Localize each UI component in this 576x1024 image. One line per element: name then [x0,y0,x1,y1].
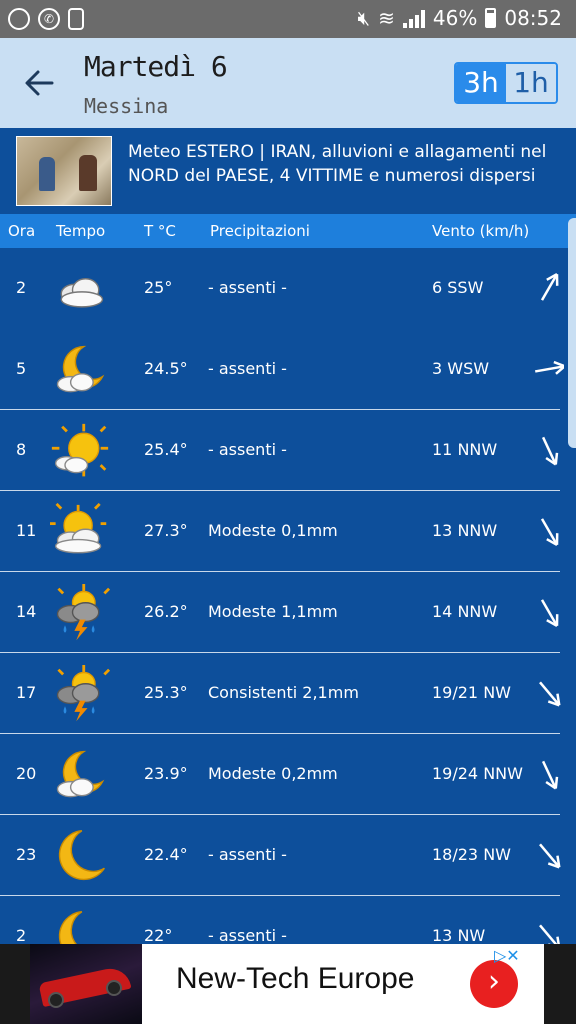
col-temp: T °C [144,222,176,240]
row-temperature: 25° [144,278,173,297]
moon-cloud-icon [56,345,105,393]
ad-title: New-Tech Europe [176,962,415,995]
sun-thunderstorm-icon [56,584,110,641]
toggle-3h[interactable]: 3h [456,64,506,102]
page-title: Martedì 6 [84,50,228,83]
row-hour: 23 [16,845,37,864]
row-temperature: 25.4° [144,440,188,459]
table-header: Ora Tempo T °C Precipitazioni Vento (km/… [0,214,576,248]
row-temperature: 25.3° [144,683,188,702]
news-thumbnail [16,136,112,206]
row-temperature: 23.9° [144,764,188,783]
forecast-row[interactable]: 23 22.4° - assenti - 18/23 NW [0,815,576,896]
forecast-row[interactable]: 20 23.9° Modeste 0,2mm 19/24 NNW [0,734,576,815]
whatsapp-icon: ✆ [38,8,60,30]
app-bar: Martedì 6 Messina 3h 1h [0,38,576,128]
col-ora: Ora [8,222,36,240]
wind-direction-arrow-icon [539,843,561,869]
wind-direction-arrow-icon [541,760,559,790]
row-wind: 19/24 NNW [432,764,523,783]
row-precipitation: - assenti - [208,359,287,378]
row-hour: 20 [16,764,37,783]
row-temperature: 24.5° [144,359,188,378]
ad-go-button[interactable]: › [470,960,518,1008]
sun-thunderstorm-icon [56,665,110,722]
forecast-row[interactable]: 11 27.3° Modeste 0,1mm 13 NNW [0,491,576,572]
moon-cloud-icon [56,750,105,798]
sun-behind-cloud-icon [50,503,107,554]
toggle-1h[interactable]: 1h [506,64,556,102]
row-wind: 3 WSW [432,359,490,378]
interval-toggle: 3h 1h [454,62,558,104]
forecast-row[interactable]: 8 25.4° - assenti - 11 NNW [0,410,576,491]
ad-content[interactable]: New-Tech Europe › [30,944,544,1024]
row-temperature: 26.2° [144,602,188,621]
row-wind: 19/21 NW [432,683,511,702]
row-hour: 2 [16,278,27,297]
app-notification-icon [8,8,30,30]
wind-direction-arrow-icon [540,599,559,627]
row-wind: 11 NNW [432,440,498,459]
row-hour: 5 [16,359,27,378]
forecast-row[interactable]: 14 26.2° Modeste 1,1mm 14 NNW [0,572,576,653]
forecast-row[interactable]: 5 24.5° - assenti - 3 WSW [0,329,576,410]
sun-cloud-icon [51,423,109,477]
col-vento: Vento (km/h) [432,222,530,240]
forecast-row[interactable]: 2 25° - assenti - 6 SSW [0,248,576,329]
wind-direction-arrow-icon [539,681,561,707]
battery-percent: 46% [432,6,478,30]
signal-icon [402,8,425,28]
clock: 08:52 [504,6,562,30]
ad-banner[interactable]: New-Tech Europe › ▷✕ [0,944,576,1024]
cloudy-icon [60,278,104,308]
row-wind: 18/23 NW [432,845,511,864]
row-precipitation: Modeste 0,1mm [208,521,338,540]
row-hour: 8 [16,440,27,459]
battery-icon [485,8,497,28]
row-wind: 13 NW [432,926,486,945]
forecast-row[interactable]: 17 25.3° Consistenti 2,1mm 19/21 NW [0,653,576,734]
moon-icon [58,830,105,881]
col-tempo: Tempo [56,222,106,240]
ad-image [30,944,142,1024]
wind-direction-arrow-icon [540,273,559,301]
row-precipitation: - assenti - [208,845,287,864]
row-wind: 14 NNW [432,602,498,621]
news-headline: Meteo ESTERO | IRAN, alluvioni e allagam… [128,142,547,186]
status-bar: ✆ 🔇︎ ≋ 46% 08:52 [0,0,576,38]
row-precipitation: Modeste 0,2mm [208,764,338,783]
row-precipitation: Consistenti 2,1mm [208,683,359,702]
location-name: Messina [84,94,169,118]
row-temperature: 22.4° [144,845,188,864]
mute-icon: 🔇︎ [357,6,371,30]
news-banner[interactable]: Meteo ESTERO | IRAN, alluvioni e allagam… [0,128,576,212]
ad-choices-icon[interactable]: ▷✕ [494,946,520,965]
row-temperature: 22° [144,926,173,945]
row-temperature: 27.3° [144,521,188,540]
clipboard-icon [68,8,84,30]
back-arrow-icon[interactable] [22,66,56,100]
row-precipitation: - assenti - [208,926,287,945]
row-wind: 13 NNW [432,521,498,540]
row-hour: 17 [16,683,37,702]
row-hour: 2 [16,926,27,945]
col-precipitazioni: Precipitazioni [210,222,310,240]
row-wind: 6 SSW [432,278,484,297]
wind-direction-arrow-icon [541,436,559,466]
wind-direction-arrow-icon [534,360,564,375]
row-hour: 11 [16,521,37,540]
row-precipitation: Modeste 1,1mm [208,602,338,621]
wifi-icon: ≋ [378,6,395,30]
row-precipitation: - assenti - [208,278,287,297]
row-precipitation: - assenti - [208,440,287,459]
row-hour: 14 [16,602,37,621]
wind-direction-arrow-icon [540,518,559,546]
